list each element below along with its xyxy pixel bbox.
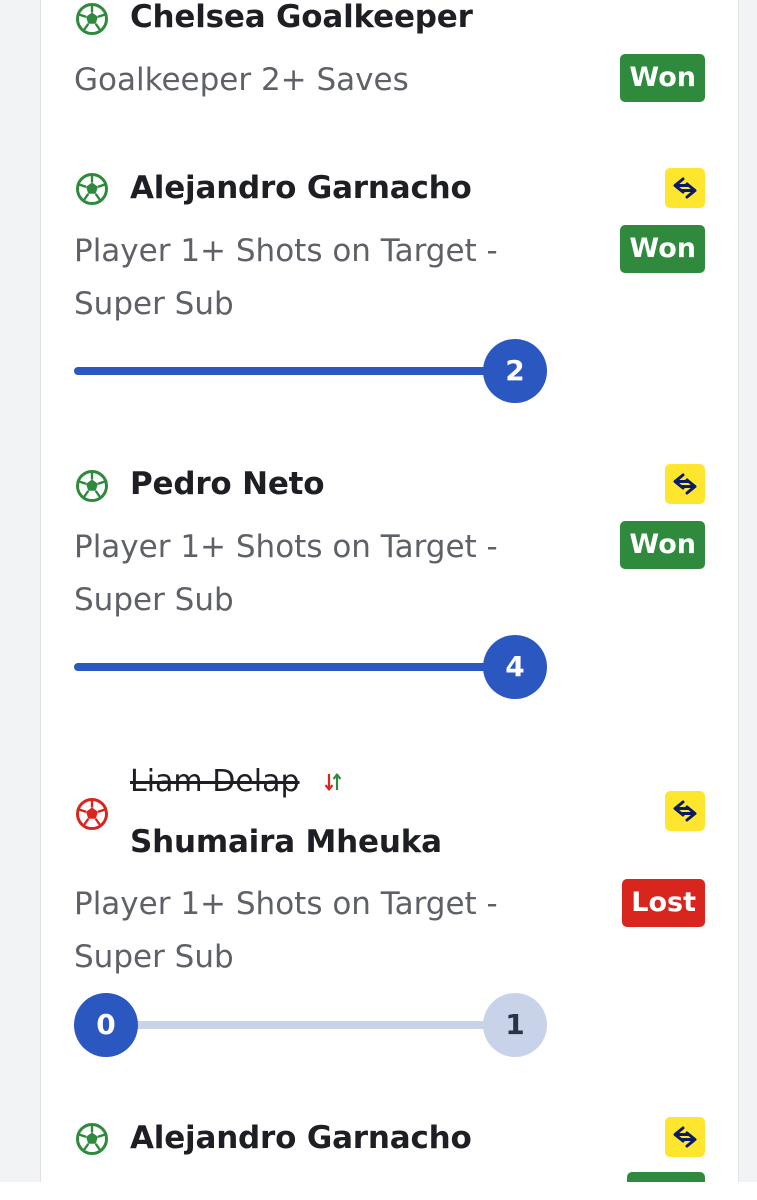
player-name: Alejandro Garnacho xyxy=(130,170,472,206)
progress-track xyxy=(74,367,514,375)
football-icon xyxy=(75,797,109,831)
super-sub-badge[interactable] xyxy=(665,791,705,831)
substitution-arrows-icon xyxy=(321,770,345,794)
progress-current-value: 2 xyxy=(483,339,547,403)
swap-arrows-icon xyxy=(673,1126,697,1148)
status-badge-won: Won xyxy=(620,225,705,273)
player-name: Pedro Neto xyxy=(130,466,325,502)
super-sub-badge[interactable] xyxy=(665,464,705,504)
swap-arrows-icon xyxy=(673,800,697,822)
swap-arrows-icon xyxy=(673,473,697,495)
status-badge-won: Won xyxy=(620,521,705,569)
player-name: Alejandro Garnacho xyxy=(130,1120,472,1156)
progress-track xyxy=(74,1021,514,1029)
status-badge-won: Won xyxy=(620,54,705,102)
market-name: Player 1+ Shots on Target - Super Sub xyxy=(74,886,498,975)
progress-current-value: 4 xyxy=(483,635,547,699)
super-sub-badge[interactable] xyxy=(665,1117,705,1157)
market-name: Goalkeeper 2+ Saves xyxy=(74,62,409,98)
progress-target-value: 1 xyxy=(483,993,547,1057)
football-icon xyxy=(75,172,109,206)
page-bottom-strip xyxy=(0,1182,757,1200)
super-sub-badge[interactable] xyxy=(665,168,705,208)
swap-arrows-icon xyxy=(673,177,697,199)
football-icon xyxy=(75,469,109,503)
bet-legs-card: Chelsea Goalkeeper Goalkeeper 2+ Saves W… xyxy=(40,0,739,1183)
progress-track xyxy=(74,663,514,671)
player-name: Shumaira Mheuka xyxy=(130,824,442,860)
football-icon xyxy=(75,2,109,36)
player-name: Chelsea Goalkeeper xyxy=(130,0,473,35)
progress-current-value: 0 xyxy=(74,993,138,1057)
market-name: Player 1+ Shots on Target - Super Sub xyxy=(74,233,498,322)
market-name: Player 1+ Shots on Target - Super Sub xyxy=(74,529,498,618)
football-icon xyxy=(75,1122,109,1156)
status-badge-lost: Lost xyxy=(622,879,705,927)
original-player-name: Liam Delap xyxy=(130,764,300,799)
